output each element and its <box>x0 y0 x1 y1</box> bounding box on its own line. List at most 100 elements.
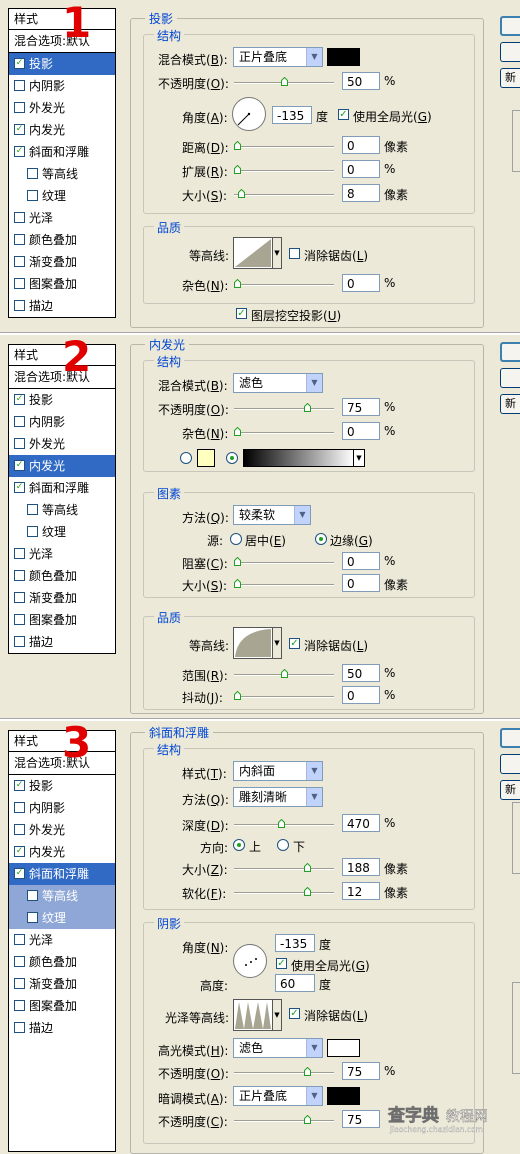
style-item-texture[interactable]: 纹理 <box>9 185 115 207</box>
gradient-radio[interactable] <box>226 452 238 464</box>
shadow-color-swatch[interactable] <box>327 48 360 66</box>
checkbox-unchecked[interactable] <box>14 570 25 581</box>
checkbox-checked[interactable]: ✓ <box>14 780 25 791</box>
checkbox-unchecked[interactable] <box>14 548 25 559</box>
size-input[interactable]: 0 <box>342 574 380 592</box>
range-slider[interactable] <box>234 669 334 678</box>
new-style-button[interactable]: 新 <box>500 394 520 414</box>
style-item-texture[interactable]: 纹理 <box>9 907 115 929</box>
checkbox-unchecked[interactable] <box>27 912 38 923</box>
opacity-input[interactable]: 75 <box>342 398 380 416</box>
style-item-stroke[interactable]: 描边 <box>9 295 115 317</box>
checkbox-unchecked[interactable] <box>27 504 38 515</box>
checkbox-checked[interactable]: ✓ <box>14 146 25 157</box>
checkbox-unchecked[interactable] <box>14 592 25 603</box>
jitter-slider[interactable] <box>234 691 334 700</box>
spread-slider[interactable] <box>234 165 334 174</box>
style-item-color-overlay[interactable]: 颜色叠加 <box>9 229 115 251</box>
checkbox-unchecked[interactable] <box>14 636 25 647</box>
style-item-color-overlay[interactable]: 颜色叠加 <box>9 565 115 587</box>
checkbox-unchecked[interactable] <box>14 1000 25 1011</box>
checkbox-unchecked[interactable] <box>14 978 25 989</box>
direction-up-radio[interactable] <box>233 839 245 851</box>
chevron-down-icon[interactable]: ▼ <box>306 374 322 392</box>
soften-input[interactable]: 12 <box>342 882 380 900</box>
slider-thumb[interactable] <box>304 1067 311 1076</box>
angle-dial[interactable] <box>232 97 266 131</box>
new-style-button[interactable]: 新 <box>500 780 520 800</box>
spread-input[interactable]: 0 <box>342 160 380 178</box>
checkbox-unchecked[interactable] <box>27 190 38 201</box>
choke-slider[interactable] <box>234 557 334 566</box>
gloss-contour-picker[interactable] <box>233 999 273 1031</box>
shadow-mode-select[interactable]: 正片叠底 ▼ <box>233 1086 323 1106</box>
style-item-gradient-overlay[interactable]: 渐变叠加 <box>9 973 115 995</box>
opacity-input[interactable]: 50 <box>342 72 380 90</box>
soften-slider[interactable] <box>234 887 334 896</box>
contour-picker[interactable] <box>233 237 273 269</box>
opacity-slider[interactable] <box>234 77 334 86</box>
style-item-bevel[interactable]: ✓ 斜面和浮雕 <box>9 863 115 885</box>
antialias-checkbox[interactable]: ✓ <box>289 638 300 649</box>
new-style-button[interactable]: 新 <box>500 68 520 88</box>
style-item-inner-shadow[interactable]: 内阴影 <box>9 411 115 433</box>
slider-thumb[interactable] <box>234 165 241 174</box>
checkbox-checked[interactable]: ✓ <box>14 394 25 405</box>
technique-select[interactable]: 雕刻清晰 ▼ <box>233 787 323 807</box>
style-item-outer-glow[interactable]: 外发光 <box>9 433 115 455</box>
shadow-opacity-slider[interactable] <box>234 1115 334 1124</box>
chevron-down-icon[interactable]: ▼ <box>306 1087 322 1105</box>
chevron-down-icon[interactable]: ▼ <box>306 788 322 806</box>
cancel-button[interactable] <box>500 754 520 774</box>
highlight-mode-select[interactable]: 滤色 ▼ <box>233 1038 323 1058</box>
slider-thumb[interactable] <box>278 819 285 828</box>
global-light-checkbox[interactable]: ✓ <box>338 109 349 120</box>
style-item-satin[interactable]: 光泽 <box>9 207 115 229</box>
ok-button[interactable] <box>500 16 520 36</box>
solid-color-radio[interactable] <box>180 452 192 464</box>
glow-color-swatch[interactable] <box>197 449 215 467</box>
style-item-inner-glow[interactable]: ✓ 内发光 <box>9 455 115 477</box>
checkbox-unchecked[interactable] <box>14 438 25 449</box>
size-slider[interactable] <box>234 579 334 588</box>
highlight-color-swatch[interactable] <box>327 1039 360 1057</box>
style-item-gradient-overlay[interactable]: 渐变叠加 <box>9 251 115 273</box>
style-item-inner-shadow[interactable]: 内阴影 <box>9 75 115 97</box>
style-item-contour[interactable]: 等高线 <box>9 163 115 185</box>
style-item-pattern-overlay[interactable]: 图案叠加 <box>9 609 115 631</box>
style-item-inner-shadow[interactable]: 内阴影 <box>9 797 115 819</box>
source-center-radio[interactable] <box>230 533 242 545</box>
ok-button[interactable] <box>500 728 520 748</box>
noise-input[interactable]: 0 <box>342 274 380 292</box>
depth-input[interactable]: 470 <box>342 814 380 832</box>
slider-thumb[interactable] <box>238 189 245 198</box>
checkbox-unchecked[interactable] <box>14 416 25 427</box>
checkbox-unchecked[interactable] <box>14 1022 25 1033</box>
shadow-color-swatch[interactable] <box>327 1087 360 1105</box>
style-item-texture[interactable]: 纹理 <box>9 521 115 543</box>
ok-button[interactable] <box>500 342 520 362</box>
size-slider[interactable] <box>234 189 334 198</box>
slider-thumb[interactable] <box>234 691 241 700</box>
checkbox-unchecked[interactable] <box>14 102 25 113</box>
style-item-outer-glow[interactable]: 外发光 <box>9 819 115 841</box>
size-slider[interactable] <box>234 863 334 872</box>
style-item-bevel[interactable]: ✓ 斜面和浮雕 <box>9 141 115 163</box>
source-edge-radio[interactable] <box>315 533 327 545</box>
choke-input[interactable]: 0 <box>342 552 380 570</box>
chevron-down-icon[interactable]: ▼ <box>294 506 310 524</box>
slider-thumb[interactable] <box>281 669 288 678</box>
style-item-stroke[interactable]: 描边 <box>9 1017 115 1039</box>
checkbox-unchecked[interactable] <box>14 256 25 267</box>
checkbox-unchecked[interactable] <box>14 212 25 223</box>
checkbox-unchecked[interactable] <box>14 824 25 835</box>
style-item-color-overlay[interactable]: 颜色叠加 <box>9 951 115 973</box>
distance-slider[interactable] <box>234 141 334 150</box>
style-item-pattern-overlay[interactable]: 图案叠加 <box>9 273 115 295</box>
technique-select[interactable]: 较柔软 ▼ <box>233 505 311 525</box>
slider-thumb[interactable] <box>234 579 241 588</box>
chevron-down-icon[interactable]: ▼ <box>306 1039 322 1057</box>
style-item-bevel[interactable]: ✓ 斜面和浮雕 <box>9 477 115 499</box>
chevron-down-icon[interactable]: ▼ <box>353 449 365 467</box>
style-item-drop-shadow[interactable]: ✓ 投影 <box>9 775 115 797</box>
